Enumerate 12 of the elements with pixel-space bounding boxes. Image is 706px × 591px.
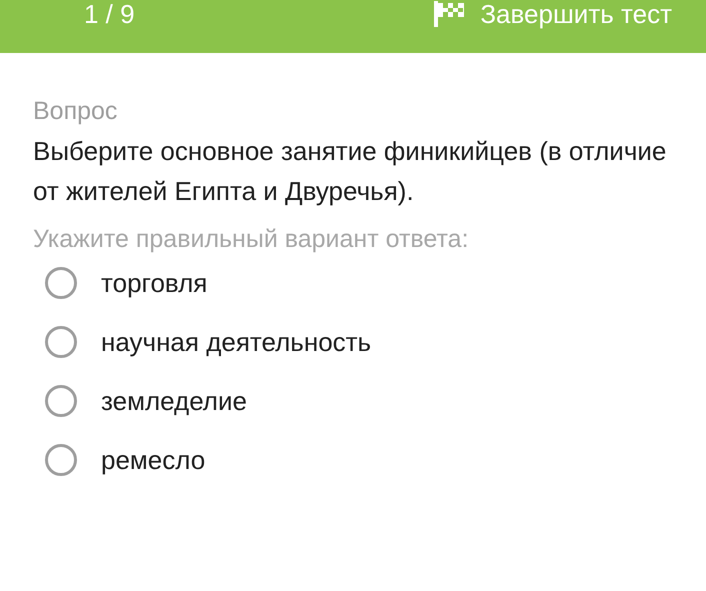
- option-label[interactable]: ремесло: [101, 444, 206, 476]
- instruction-text: Укажите правильный вариант ответа:: [33, 224, 470, 255]
- radio-button[interactable]: [45, 385, 77, 417]
- option-label[interactable]: земледелие: [101, 385, 247, 417]
- radio-button[interactable]: [45, 444, 77, 476]
- option-label[interactable]: научная деятельность: [101, 326, 372, 358]
- radio-button[interactable]: [45, 326, 77, 358]
- question-text: Выберите основное занятие финикийцев (в отличие от жителей Египта и Двуречья).: [33, 135, 668, 208]
- radio-button[interactable]: [45, 267, 77, 299]
- question-counter: 1 / 9: [84, 0, 135, 28]
- option-label[interactable]: торговля: [101, 267, 208, 299]
- question-label: Вопрос: [33, 96, 118, 127]
